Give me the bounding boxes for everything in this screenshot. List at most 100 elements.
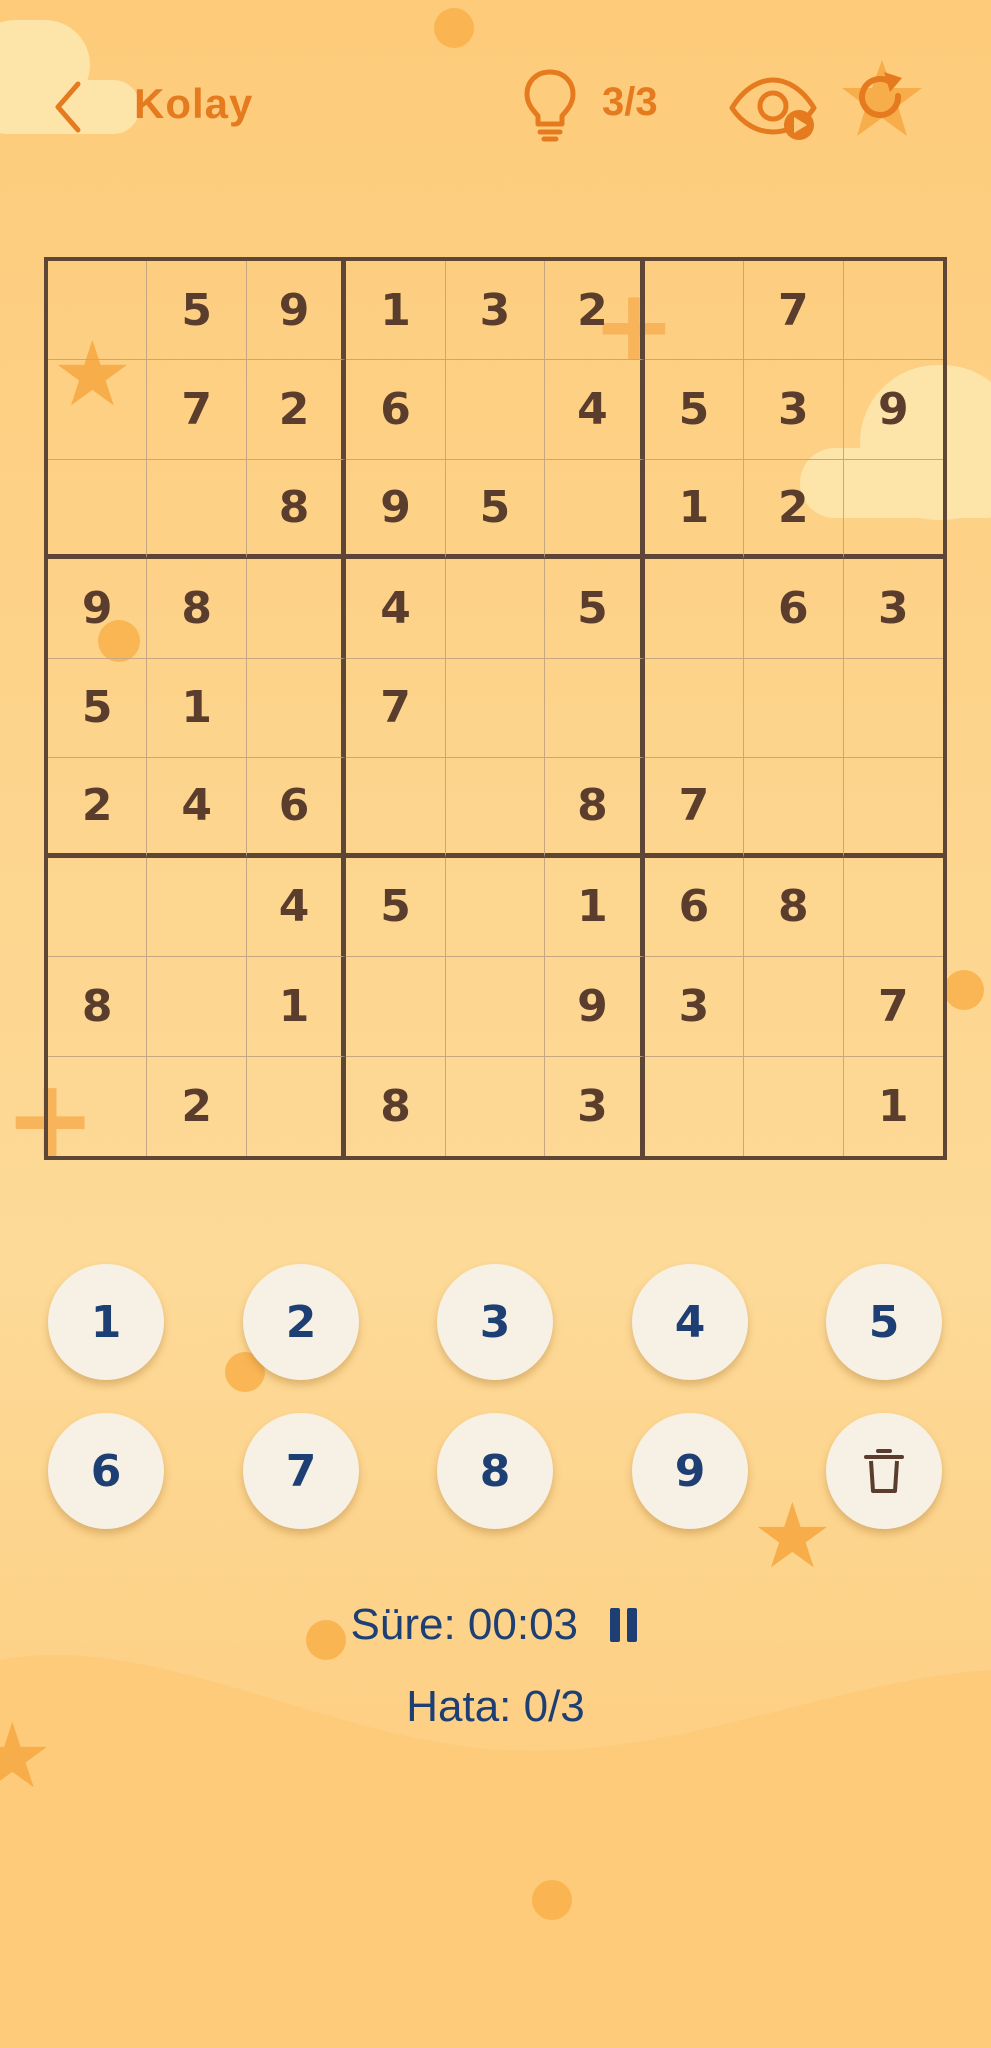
number-key-7[interactable]: 7	[243, 1413, 359, 1529]
sudoku-cell[interactable]: 3	[644, 957, 745, 1057]
sudoku-cell[interactable]	[744, 957, 844, 1057]
sudoku-cell[interactable]: 5	[445, 459, 546, 560]
sudoku-cell[interactable]	[744, 1056, 844, 1156]
sudoku-cell[interactable]	[843, 460, 943, 560]
number-key-5[interactable]: 5	[826, 1264, 942, 1380]
lightbulb-icon	[524, 69, 576, 142]
sudoku-cell[interactable]: 6	[246, 758, 347, 858]
sudoku-cell[interactable]: 5	[147, 261, 247, 361]
sudoku-cell[interactable]: 1	[644, 459, 745, 560]
sudoku-cell[interactable]: 9	[246, 261, 347, 361]
sudoku-cell[interactable]: 3	[545, 1056, 645, 1156]
sudoku-cell[interactable]	[445, 758, 546, 858]
sudoku-cell[interactable]	[445, 658, 546, 759]
sudoku-cell[interactable]: 6	[744, 559, 844, 659]
sudoku-cell[interactable]	[744, 758, 844, 858]
sudoku-cell[interactable]	[744, 658, 844, 759]
sudoku-cell[interactable]: 2	[246, 360, 347, 460]
number-key-8[interactable]: 8	[437, 1413, 553, 1529]
sudoku-cell[interactable]	[644, 559, 745, 659]
dot-decoration	[532, 1880, 572, 1920]
sudoku-cell[interactable]: 7	[644, 758, 745, 858]
level-title: Kolay	[134, 80, 254, 127]
sudoku-cell[interactable]: 2	[744, 459, 844, 560]
sudoku-cell[interactable]	[843, 858, 943, 958]
sudoku-cell[interactable]: 8	[147, 559, 247, 659]
sudoku-cell[interactable]	[446, 1056, 546, 1156]
sudoku-cell[interactable]: 4	[545, 360, 645, 460]
sudoku-cell[interactable]: 8	[346, 1056, 446, 1156]
sudoku-cell[interactable]: 5	[48, 658, 148, 759]
sudoku-cell[interactable]: 2	[545, 261, 645, 361]
sudoku-cell[interactable]: 1	[844, 1057, 943, 1156]
reveal-video-button[interactable]	[728, 70, 818, 146]
erase-button[interactable]	[826, 1413, 942, 1529]
eye-icon	[729, 77, 817, 140]
number-key-4[interactable]: 4	[632, 1264, 748, 1380]
back-button[interactable]	[44, 70, 94, 140]
sudoku-cell[interactable]	[346, 957, 446, 1057]
sudoku-cell[interactable]: 5	[644, 360, 745, 460]
sudoku-cell[interactable]: 2	[147, 1056, 247, 1156]
sudoku-cell[interactable]	[644, 261, 745, 361]
sudoku-cell[interactable]: 6	[644, 857, 745, 958]
sudoku-cell[interactable]	[445, 957, 546, 1057]
sudoku-cell[interactable]: 8	[744, 857, 844, 958]
sudoku-cell[interactable]: 4	[246, 857, 347, 958]
sudoku-cell[interactable]: 1	[545, 857, 645, 958]
sudoku-cell[interactable]: 7	[843, 957, 943, 1057]
sudoku-cell[interactable]	[545, 658, 645, 759]
sudoku-cell[interactable]: 9	[48, 559, 148, 659]
sudoku-cell[interactable]	[346, 758, 446, 858]
sudoku-cell[interactable]: 2	[48, 758, 148, 858]
sudoku-cell[interactable]: 1	[246, 957, 347, 1057]
sudoku-cell[interactable]	[48, 459, 148, 560]
sudoku-cell[interactable]	[445, 857, 546, 958]
sudoku-cell[interactable]	[48, 1056, 148, 1156]
sudoku-cell[interactable]	[644, 658, 745, 759]
sudoku-cell[interactable]: 7	[346, 658, 446, 759]
sudoku-cell[interactable]	[147, 459, 247, 560]
number-key-3[interactable]: 3	[437, 1264, 553, 1380]
sudoku-cell[interactable]	[545, 459, 645, 560]
sudoku-cell[interactable]	[48, 261, 148, 361]
sudoku-cell[interactable]: 4	[147, 758, 247, 858]
sudoku-cell[interactable]: 4	[346, 559, 446, 659]
sudoku-cell[interactable]: 1	[346, 261, 446, 361]
sudoku-cell[interactable]: 8	[545, 758, 645, 858]
sudoku-cell[interactable]	[247, 1056, 347, 1156]
sudoku-cell[interactable]: 3	[744, 360, 844, 460]
sudoku-cell[interactable]	[48, 360, 148, 460]
sudoku-cell[interactable]: 8	[246, 459, 347, 560]
sudoku-cell[interactable]: 9	[843, 360, 943, 460]
sudoku-cell[interactable]	[48, 857, 148, 958]
sudoku-cell[interactable]: 3	[843, 559, 943, 659]
sudoku-cell[interactable]	[843, 758, 943, 858]
sudoku-cell[interactable]	[246, 559, 347, 659]
sudoku-cell[interactable]: 9	[545, 957, 645, 1057]
number-key-1[interactable]: 1	[48, 1264, 164, 1380]
sudoku-cell[interactable]	[147, 957, 247, 1057]
sudoku-cell[interactable]: 5	[545, 559, 645, 659]
sudoku-cell[interactable]: 5	[346, 857, 446, 958]
sudoku-cell[interactable]: 8	[48, 957, 148, 1057]
sudoku-cell[interactable]	[445, 559, 546, 659]
hint-button[interactable]	[520, 66, 580, 142]
number-key-9[interactable]: 9	[632, 1413, 748, 1529]
sudoku-cell[interactable]: 7	[147, 360, 247, 460]
sudoku-cell[interactable]: 6	[346, 360, 446, 460]
sudoku-cell[interactable]: 3	[445, 261, 546, 361]
sudoku-cell[interactable]	[147, 857, 247, 958]
number-key-6[interactable]: 6	[48, 1413, 164, 1529]
sudoku-cell[interactable]	[246, 658, 347, 759]
pause-button[interactable]	[610, 1608, 640, 1642]
restart-button[interactable]	[842, 60, 922, 144]
sudoku-cell[interactable]: 9	[346, 459, 446, 560]
sudoku-cell[interactable]	[445, 360, 546, 460]
sudoku-cell[interactable]	[843, 659, 943, 759]
sudoku-cell[interactable]	[645, 1056, 745, 1156]
sudoku-cell[interactable]	[843, 261, 943, 361]
sudoku-cell[interactable]: 1	[147, 658, 247, 759]
number-key-2[interactable]: 2	[243, 1264, 359, 1380]
sudoku-cell[interactable]: 7	[744, 261, 844, 361]
